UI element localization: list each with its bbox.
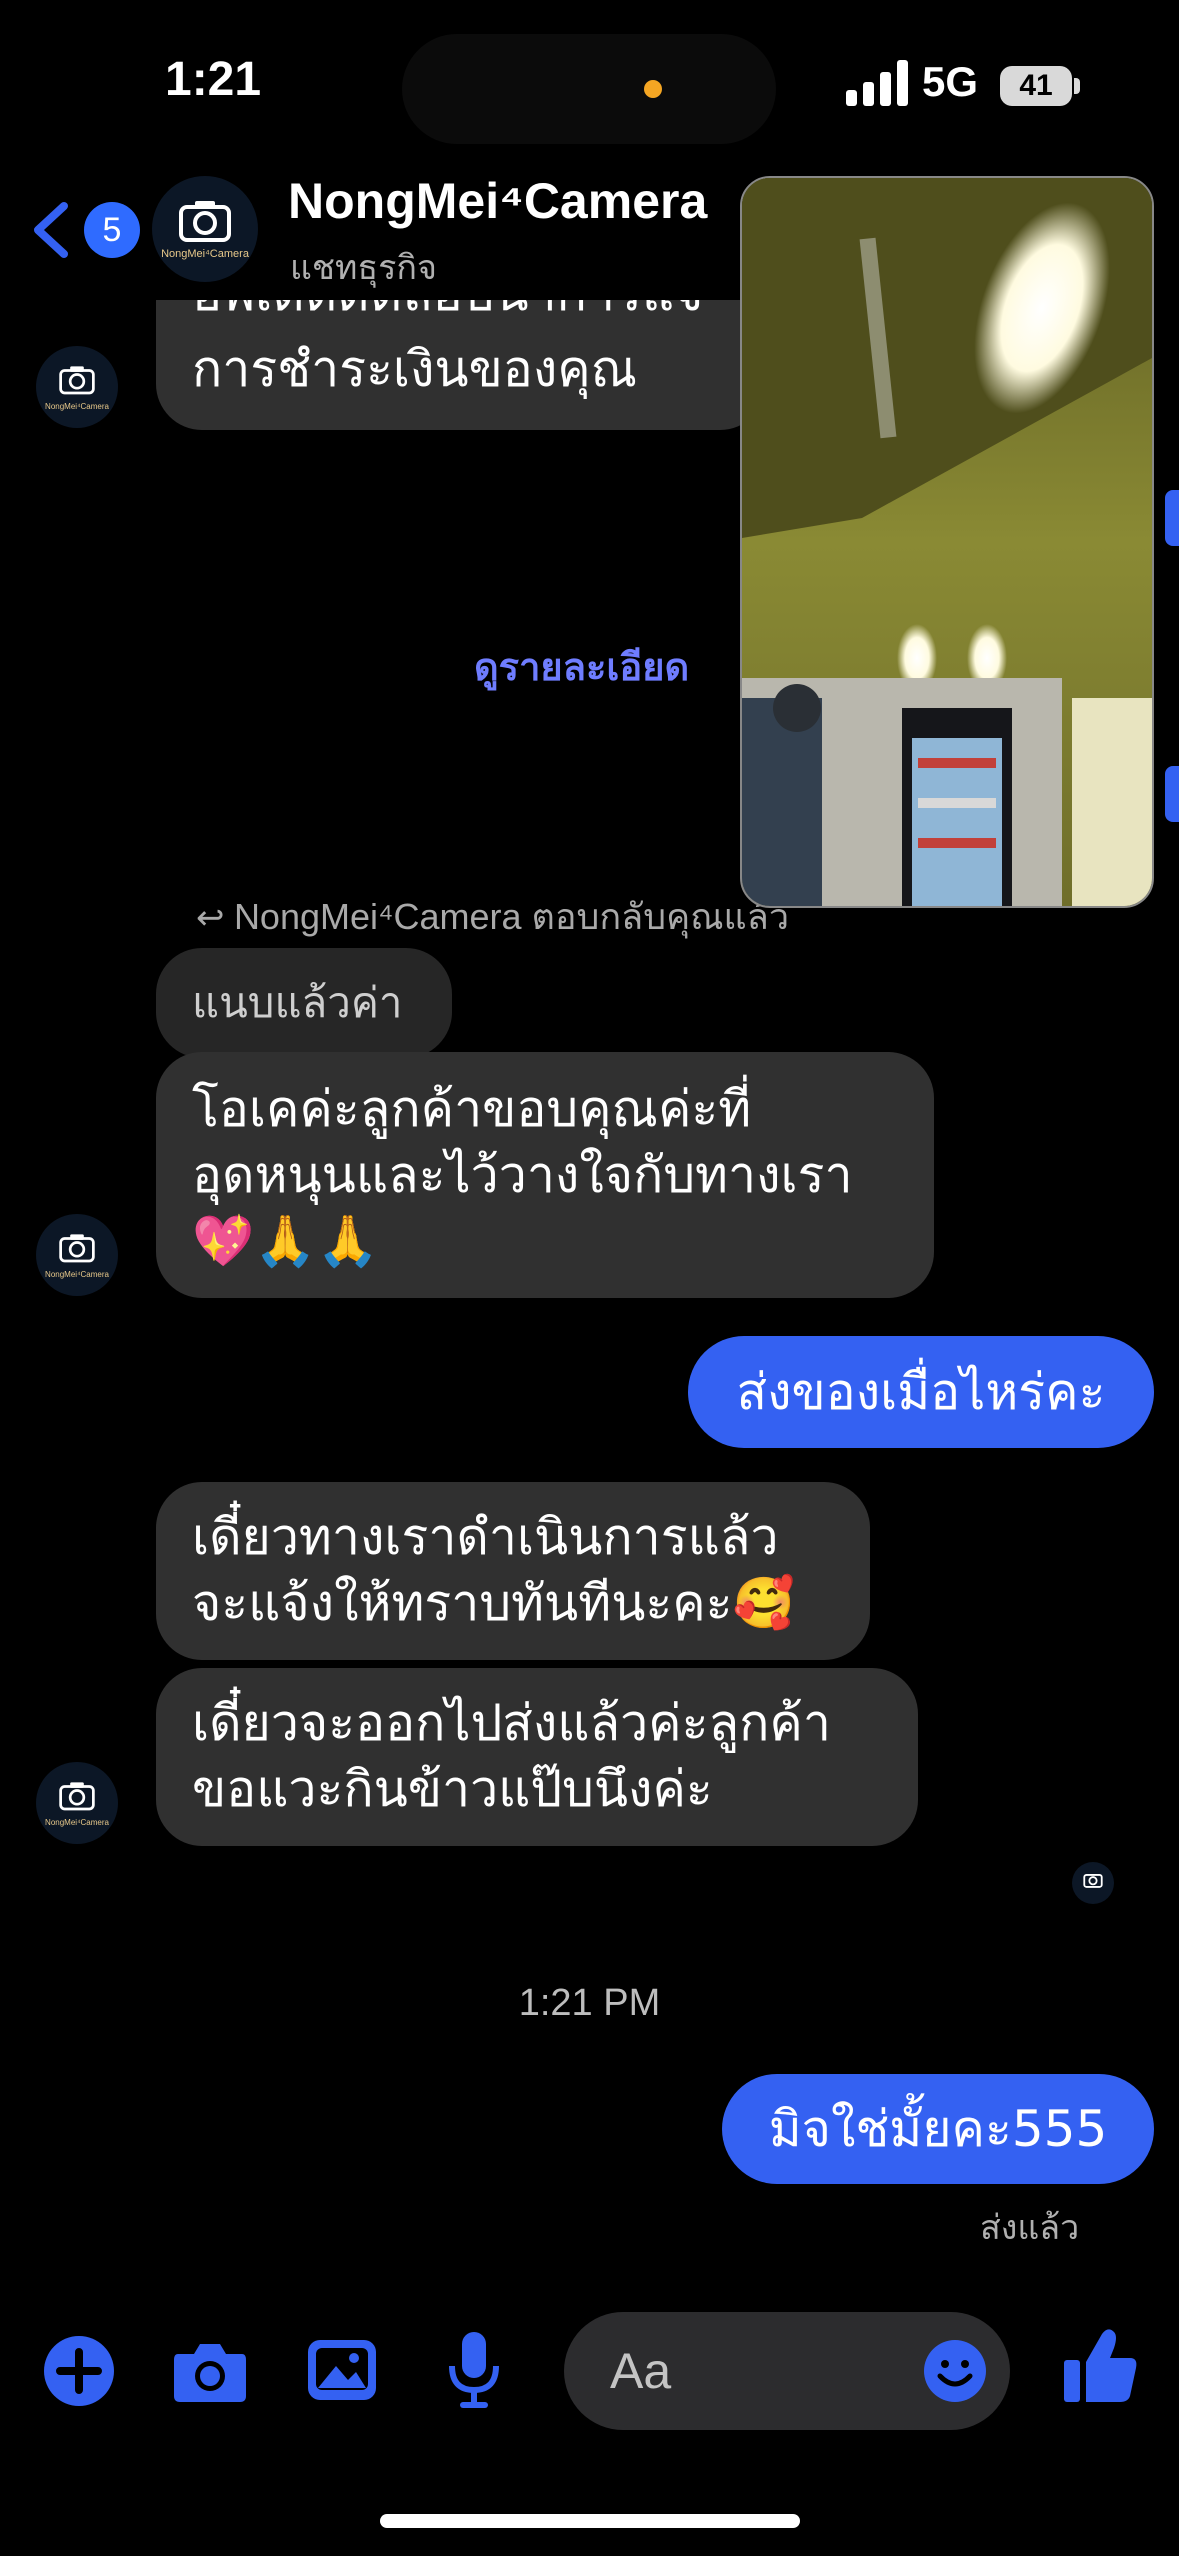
avatar-brand-text: NongMei⁴Camera: [45, 402, 109, 411]
contact-avatar[interactable]: NongMei⁴Camera: [152, 176, 258, 282]
header-divider: [0, 290, 740, 304]
mic-icon: [449, 2332, 499, 2408]
photo-button[interactable]: [306, 2334, 378, 2406]
message-line: อุดหนุนและไว้วางใจกับทางเรา: [192, 1146, 853, 1204]
mic-button[interactable]: [446, 2330, 502, 2410]
message-bubble-outgoing[interactable]: ส่งของเมื่อไหร่คะ: [688, 1336, 1154, 1448]
reply-note-text: NongMei⁴Camera ตอบกลับคุณแล้ว: [233, 896, 790, 937]
camera-logo-icon: [59, 1234, 95, 1263]
emoji-icon[interactable]: [922, 2338, 988, 2404]
message-input-placeholder: Aa: [610, 2343, 672, 2399]
camera-button[interactable]: [170, 2334, 250, 2406]
avatar-brand-text: NongMei⁴Camera: [45, 1818, 109, 1827]
sender-avatar[interactable]: NongMei⁴Camera: [36, 346, 118, 428]
avatar-brand-text: NongMei⁴Camera: [45, 1270, 109, 1279]
sender-avatar[interactable]: NongMei⁴Camera: [36, 1762, 118, 1844]
back-button[interactable]: 5: [24, 196, 140, 266]
message-bubble-outgoing[interactable]: มิจใช่มั้ยคะ555: [722, 2074, 1154, 2184]
scroll-hint-edge: [1165, 490, 1179, 546]
message-bubble-incoming[interactable]: อัพเดตดตลอบ่นาการแจ การชำระเงินของคุณ: [156, 300, 766, 430]
message-line: การชำระเงินของคุณ: [192, 340, 638, 398]
reply-arrow-icon: ↩: [196, 899, 234, 937]
privacy-indicator-dot: [644, 80, 662, 98]
video-call-pip[interactable]: [740, 176, 1154, 908]
thumbs-up-icon: [1064, 2329, 1137, 2402]
camera-logo-icon: [179, 200, 231, 242]
message-bubble-incoming[interactable]: เดี๋ยวทางเราดำเนินการแล้ว จะแจ้งให้ทราบท…: [156, 1482, 870, 1660]
unread-count-badge: 5: [84, 202, 140, 258]
sender-avatar[interactable]: NongMei⁴Camera: [36, 1214, 118, 1296]
plus-icon: [56, 2348, 102, 2394]
message-line: จะแจ้งให้ทราบทันทีนะคะ🥰: [192, 1574, 795, 1632]
message-bubble-incoming[interactable]: โอเคค่ะลูกค้าขอบคุณค่ะที่ อุดหนุนและไว้ว…: [156, 1052, 934, 1298]
sent-status: ส่งแล้ว: [980, 2208, 1080, 2248]
photo-icon: [308, 2340, 376, 2400]
dynamic-island: [402, 34, 776, 144]
message-emoji-line: 💖🙏🙏: [192, 1212, 379, 1270]
like-button[interactable]: [1062, 2326, 1138, 2406]
message-bubble-incoming[interactable]: เดี๋ยวจะออกไปส่งแล้วค่ะลูกค้า ขอแวะกินข้…: [156, 1668, 918, 1846]
contact-name[interactable]: NongMei⁴Camera: [288, 172, 707, 230]
back-chevron-icon: [34, 202, 68, 258]
camera-logo-icon: [1083, 1873, 1103, 1888]
quoted-message[interactable]: แนบแล้วค่า: [156, 948, 452, 1058]
status-time: 1:21: [165, 53, 262, 106]
camera-icon: [174, 2344, 246, 2402]
reply-note: ↩ NongMei⁴Camera ตอบกลับคุณแล้ว: [196, 888, 789, 945]
view-details-link[interactable]: ดูรายละเอียด: [474, 636, 689, 697]
battery-tip: [1074, 78, 1080, 94]
home-indicator: [380, 2514, 800, 2528]
battery-icon: 41: [1000, 66, 1072, 106]
contact-subtitle: แชทธุรกิจ: [290, 248, 437, 288]
message-line: โอเคค่ะลูกค้าขอบคุณค่ะที่: [192, 1080, 752, 1138]
message-line: ขอแวะกินข้าวแป๊บนึงค่ะ: [192, 1760, 713, 1818]
message-timestamp: 1:21 PM: [518, 1982, 661, 2024]
message-line: เดี๋ยวจะออกไปส่งแล้วค่ะลูกค้า: [192, 1694, 831, 1752]
video-frame: [742, 178, 1152, 906]
signal-icon: [846, 60, 908, 106]
message-input[interactable]: Aa: [564, 2312, 1010, 2430]
network-label: 5G: [922, 58, 979, 105]
message-line: เดี๋ยวทางเราดำเนินการแล้ว: [192, 1508, 779, 1566]
plus-button[interactable]: [44, 2336, 114, 2406]
avatar-brand-text: NongMei⁴Camera: [161, 248, 249, 260]
camera-logo-icon: [59, 366, 95, 395]
camera-logo-icon: [59, 1782, 95, 1811]
scroll-hint-edge: [1165, 766, 1179, 822]
read-receipt-avatar: [1072, 1862, 1114, 1904]
